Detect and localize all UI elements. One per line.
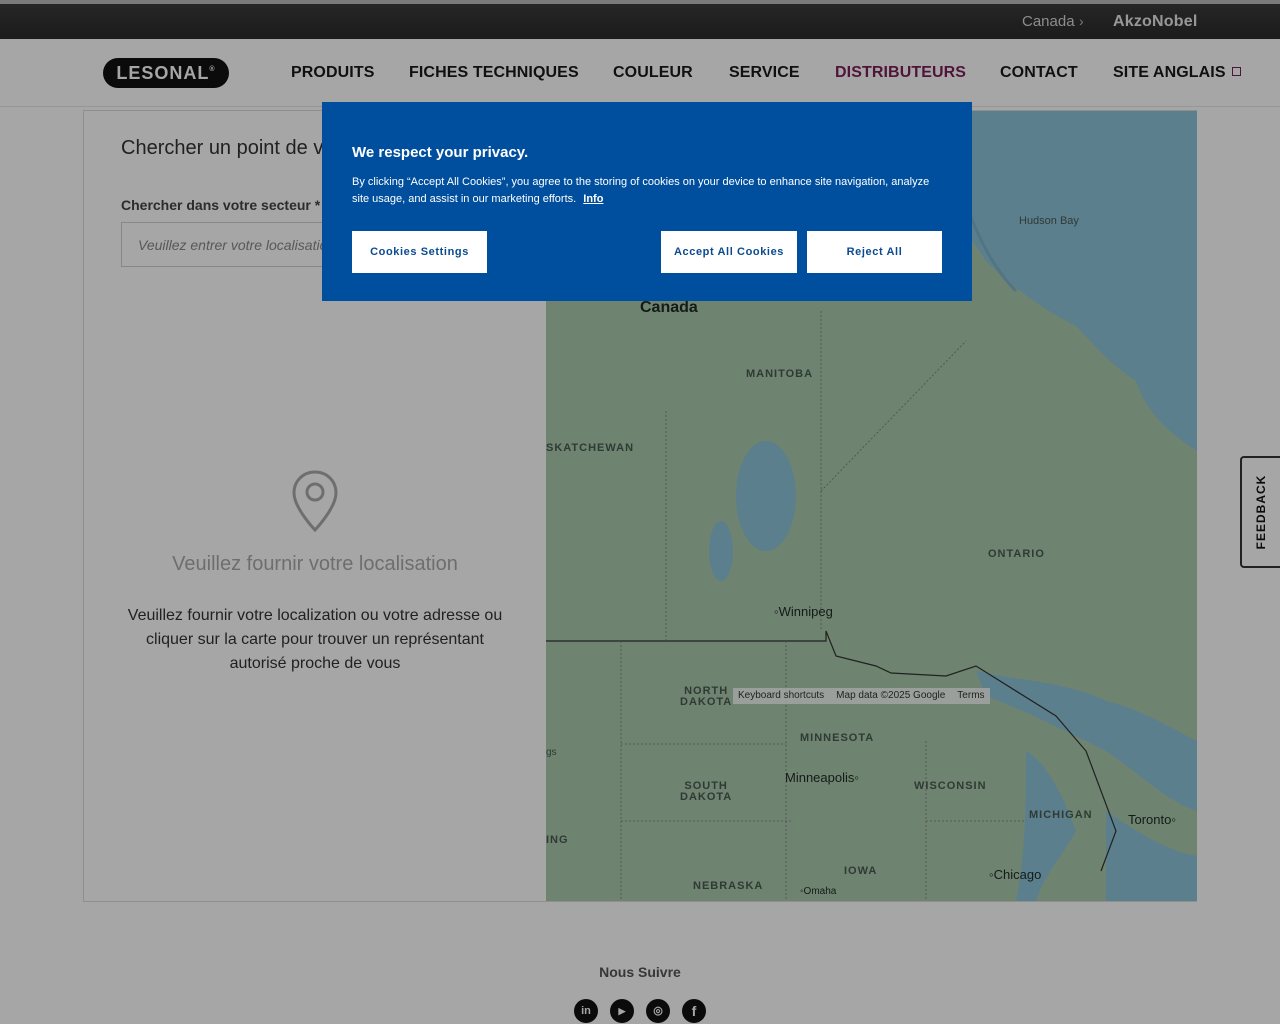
cookie-info-link[interactable]: Info (583, 193, 603, 205)
accept-all-cookies-button[interactable]: Accept All Cookies (661, 231, 797, 273)
reject-all-button[interactable]: Reject All (807, 231, 942, 273)
cookie-title: We respect your privacy. (352, 144, 529, 161)
cookie-text: By clicking “Accept All Cookies”, you ag… (352, 176, 930, 205)
cookie-consent-dialog: We respect your privacy. By clicking “Ac… (322, 102, 972, 301)
cookies-settings-button[interactable]: Cookies Settings (352, 231, 487, 273)
